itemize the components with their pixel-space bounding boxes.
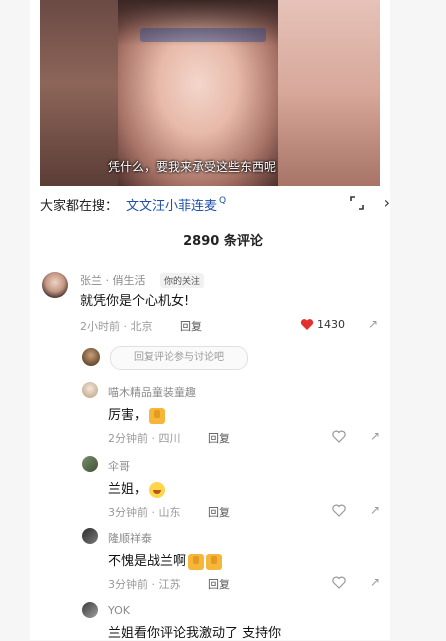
comment-text: 就凭你是个心机女! [80, 294, 190, 309]
share-icon[interactable]: ↗ [370, 575, 380, 589]
heart-filled-icon[interactable] [300, 318, 314, 331]
reply-text-content: 不愧是战兰啊 [108, 554, 187, 569]
share-icon[interactable]: ↗ [370, 503, 380, 517]
reply-text: 厉害， [108, 404, 166, 424]
comment-count: 2890 条评论 [183, 234, 263, 249]
search-label: 大家都在搜： [40, 198, 119, 214]
reply-text-content: 厉害， [108, 408, 148, 423]
following-badge: 你的关注 [160, 273, 205, 288]
chevron-right-icon[interactable]: › [384, 193, 390, 212]
avatar[interactable] [82, 528, 98, 544]
search-term-link[interactable]: 文文汪小菲连麦 [126, 195, 217, 214]
video-forehead-tag [140, 28, 266, 42]
reply-username[interactable]: YOK [108, 604, 130, 617]
reply-text: 不愧是战兰啊 [108, 550, 223, 570]
reply-button[interactable]: 回复 [208, 576, 230, 592]
share-icon[interactable]: ↗ [370, 429, 380, 443]
reply-time-location: 2分钟前 · 四川 [108, 432, 181, 445]
search-suggestion-bar[interactable]: 大家都在搜： 文文汪小菲连麦 Q › [40, 190, 390, 218]
heart-outline-icon[interactable] [332, 576, 346, 589]
avatar[interactable] [82, 456, 98, 472]
reply-button[interactable]: 回复 [208, 430, 230, 446]
reply-text: 兰姐， [108, 478, 166, 498]
avatar[interactable] [42, 272, 68, 298]
heart-outline-icon[interactable] [332, 504, 346, 517]
thumbs-up-emoji-icon [188, 553, 205, 570]
reply-username[interactable]: 喵木精品童装童趣 [108, 384, 196, 400]
expand-icon[interactable] [350, 196, 364, 210]
reply-input[interactable]: 回复评论参与讨论吧 [110, 346, 248, 370]
like-count: 1430 [317, 318, 345, 331]
laughing-emoji-icon [149, 481, 166, 498]
my-avatar [82, 348, 100, 366]
reply-button[interactable]: 回复 [208, 504, 230, 520]
reply-username[interactable]: 伞哥 [108, 458, 130, 474]
reply-time-location: 3分钟前 · 江苏 [108, 578, 181, 591]
reply-text-content: 兰姐， [108, 482, 148, 497]
comment-time-location: 2小时前 · 北京 [80, 320, 153, 333]
reply-button[interactable]: 回复 [180, 318, 202, 334]
thumbs-up-emoji-icon [206, 553, 223, 570]
thumbs-up-emoji-icon [149, 407, 166, 424]
video-subtitle: 凭什么，要我来承受这些东西呢 [107, 160, 276, 174]
avatar[interactable] [82, 602, 98, 618]
avatar[interactable] [82, 382, 98, 398]
reply-text: 兰姐看你评论我激动了 支持你 [108, 626, 282, 641]
comment-username[interactable]: 张兰 · 俏生活 [80, 272, 146, 288]
share-icon[interactable]: ↗ [368, 317, 378, 331]
reply-username[interactable]: 隆顺祥泰 [108, 530, 152, 546]
heart-outline-icon[interactable] [332, 430, 346, 443]
reply-time-location: 3分钟前 · 山东 [108, 506, 181, 519]
search-icon: Q [219, 196, 227, 206]
